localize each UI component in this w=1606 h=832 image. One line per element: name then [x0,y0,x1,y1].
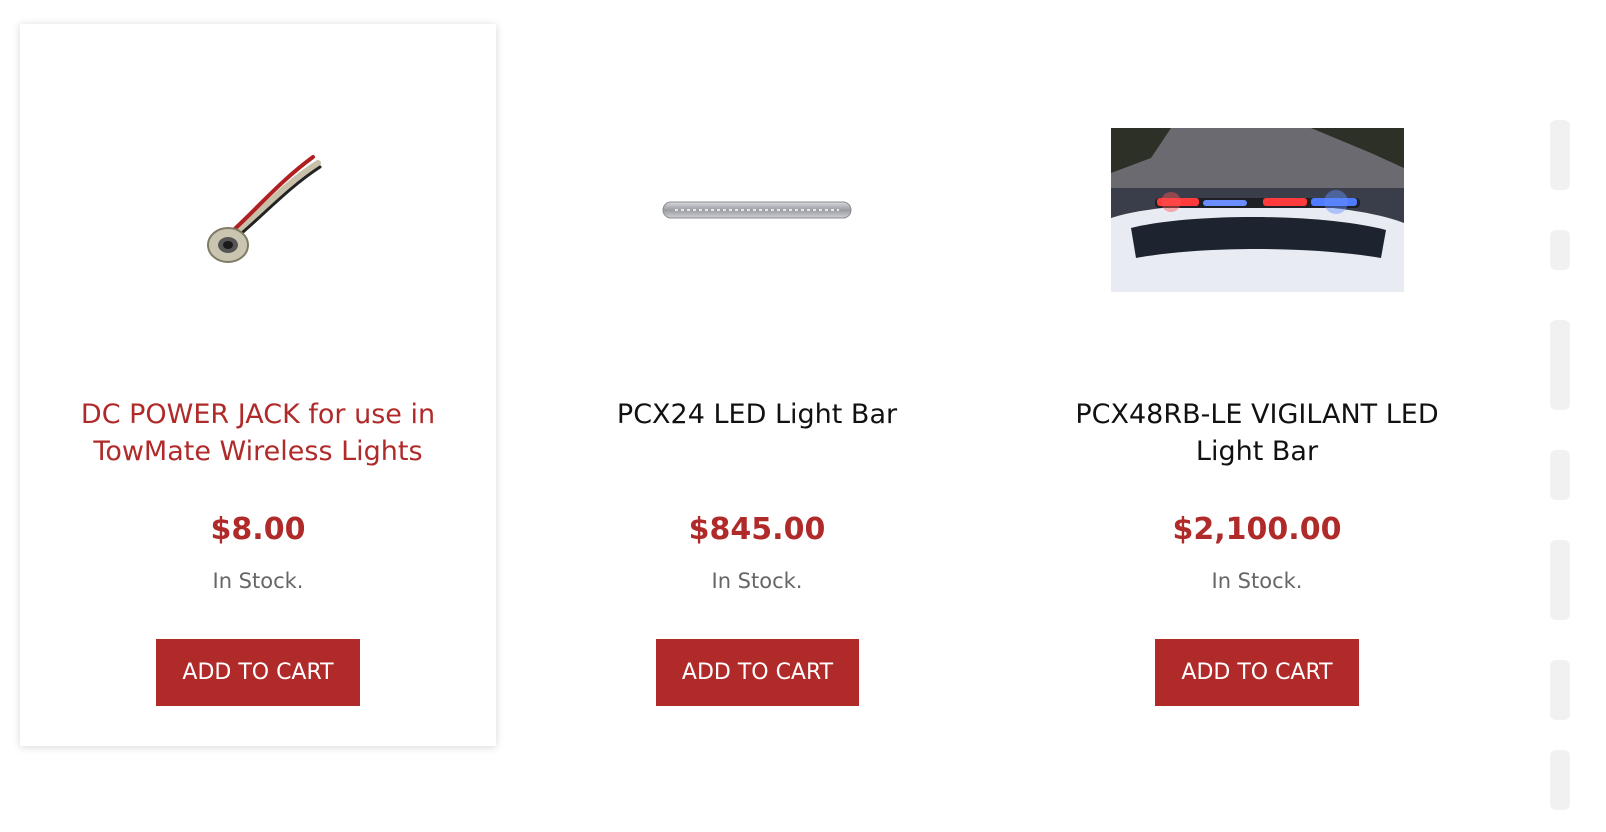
vehicle-light-bar-photo [1110,128,1404,292]
stock-status: In Stock. [711,569,803,593]
product-grid: DC POWER JACK for use in TowMate Wireles… [0,0,1606,832]
stock-status: In Stock. [212,569,304,593]
product-card[interactable]: DC POWER JACK for use in TowMate Wireles… [20,24,496,746]
decorative-ghost-shape [1550,120,1570,190]
decorative-ghost-shape [1550,320,1570,410]
add-to-cart-button[interactable]: ADD TO CART [156,639,360,706]
product-image[interactable] [1019,120,1495,300]
product-title-link[interactable]: PCX48RB-LE VIGILANT LED Light Bar [1049,396,1465,470]
decorative-ghost-shape [1550,230,1570,270]
product-title-link[interactable]: DC POWER JACK for use in TowMate Wireles… [50,396,466,470]
decorative-ghost-shape [1550,540,1570,620]
add-to-cart-button[interactable]: ADD TO CART [656,639,859,706]
product-price: $2,100.00 [1172,512,1342,547]
decorative-ghost-shape [1550,660,1570,720]
decorative-ghost-shape [1550,750,1570,810]
page-edge-strip [1540,0,1606,832]
product-card[interactable]: PCX48RB-LE VIGILANT LED Light Bar $2,100… [1019,24,1495,746]
product-price: $845.00 [688,512,826,547]
product-image[interactable] [519,120,995,300]
decorative-ghost-shape [1550,450,1570,500]
led-light-bar-icon [662,201,852,219]
stock-status: In Stock. [1211,569,1303,593]
dc-power-jack-icon [207,155,322,263]
product-price: $8.00 [210,512,306,547]
product-title-link[interactable]: PCX24 LED Light Bar [549,396,965,433]
add-to-cart-button[interactable]: ADD TO CART [1155,639,1359,706]
product-card[interactable]: PCX24 LED Light Bar $845.00 In Stock. AD… [519,24,995,746]
product-image[interactable] [20,120,496,300]
